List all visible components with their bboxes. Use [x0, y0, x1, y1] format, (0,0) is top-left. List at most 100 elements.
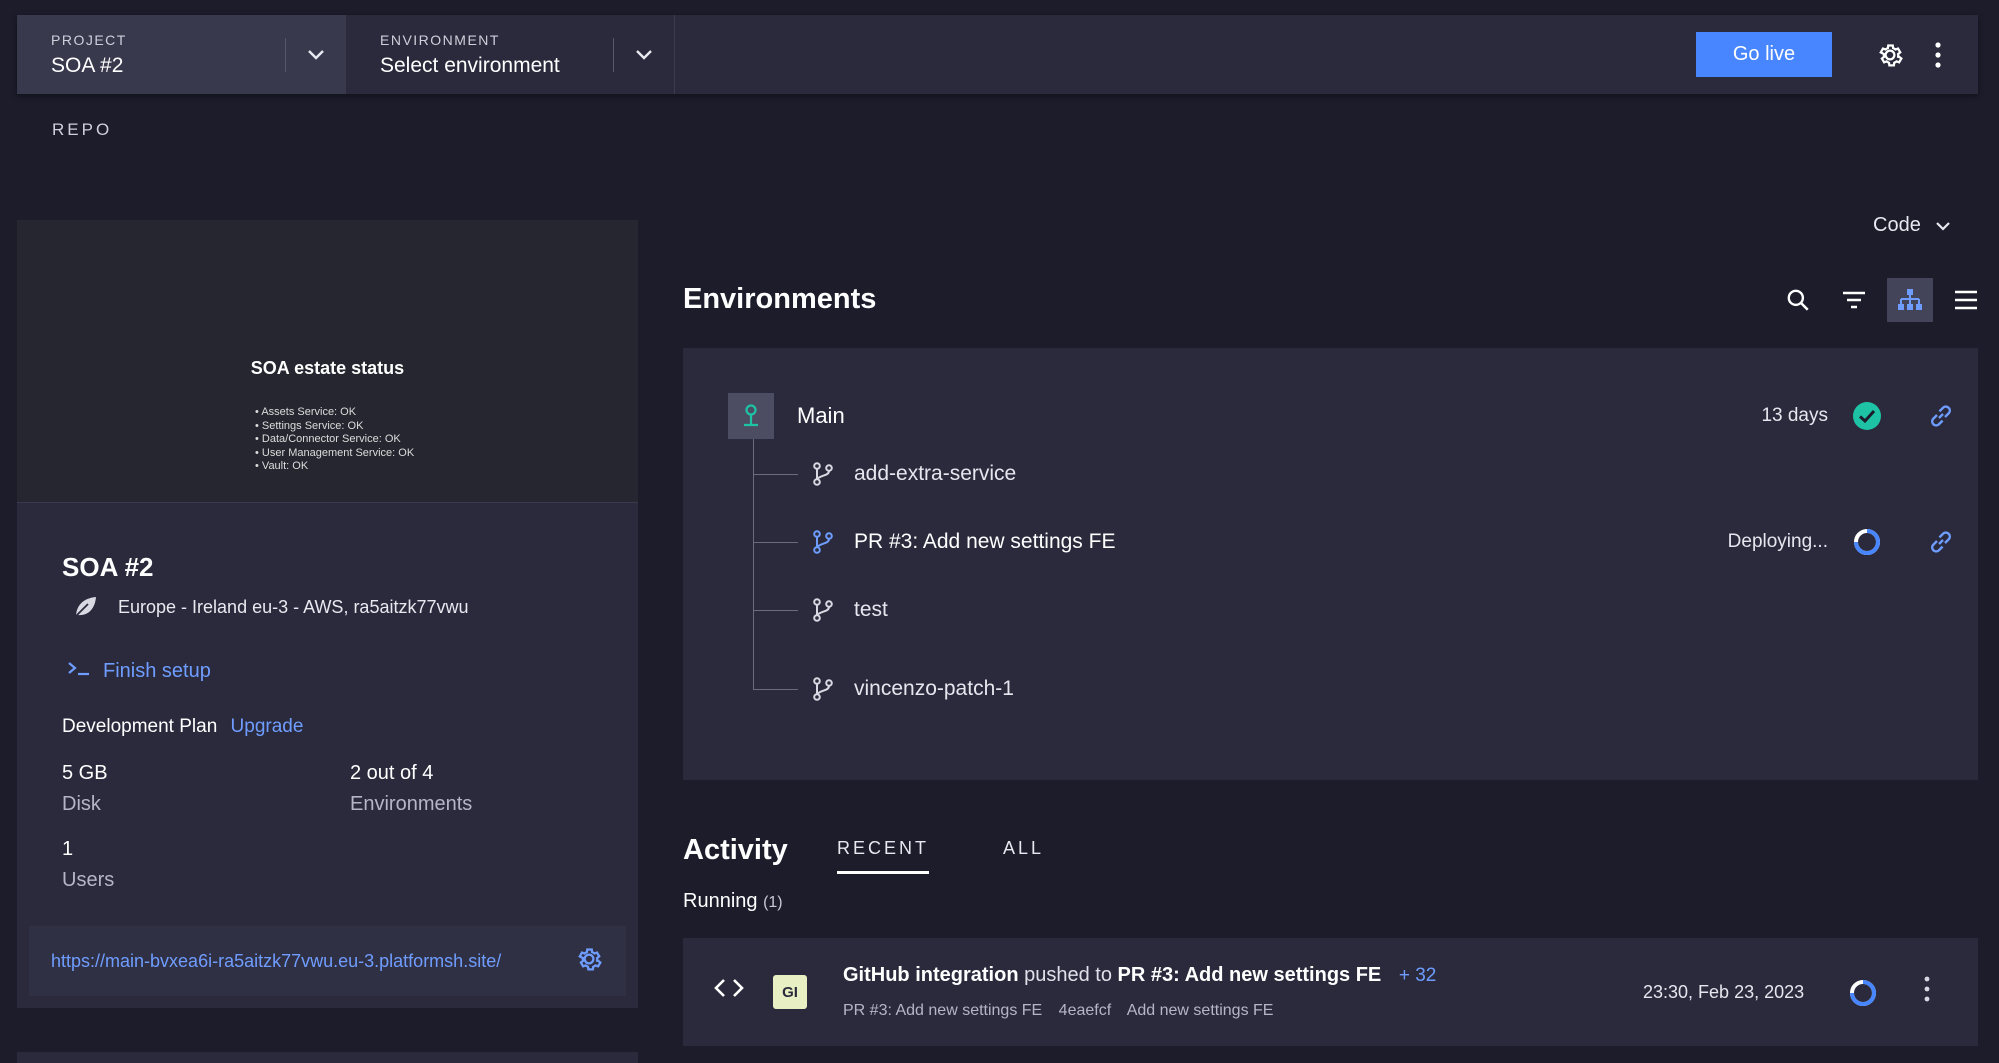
- environment-status-text: Deploying...: [1727, 531, 1828, 552]
- activity-details: PR #3: Add new settings FE 4eaefcf Add n…: [843, 1002, 1285, 1020]
- finish-setup-label: Finish setup: [103, 660, 211, 682]
- project-selector-value: SOA #2: [51, 53, 124, 77]
- preview-title: SOA estate status: [250, 358, 405, 378]
- topbar-actions: Go live: [1696, 15, 1978, 94]
- environment-age: 13 days: [1761, 405, 1828, 426]
- preview-list-item: User Management Service: OK: [255, 447, 414, 461]
- git-branch-icon: [812, 677, 834, 701]
- project-selector-label: PROJECT: [51, 31, 127, 48]
- upgrade-link[interactable]: Upgrade: [231, 716, 304, 737]
- finish-setup-link[interactable]: Finish setup: [67, 660, 211, 683]
- code-dropdown[interactable]: Code: [1873, 214, 1951, 237]
- git-branch-icon: [812, 462, 834, 486]
- environment-selector-text: ENVIRONMENT Select environment: [346, 32, 613, 78]
- preview-list-item: Data/Connector Service: OK: [255, 433, 414, 447]
- environment-selector-value: Select environment: [380, 53, 560, 77]
- environment-label: Main: [797, 403, 845, 428]
- site-preview[interactable]: SOA estate status Assets Service: OK Set…: [17, 220, 638, 503]
- git-branch-icon: [812, 598, 834, 622]
- check-circle-icon: [1850, 399, 1884, 433]
- filter-icon[interactable]: [1831, 278, 1877, 322]
- list-view-icon[interactable]: [1943, 278, 1989, 322]
- activity-commit-message: Add new settings FE: [1126, 1002, 1274, 1019]
- environment-row-branch[interactable]: test: [754, 590, 1958, 630]
- stat-value: 2 out of 4: [350, 762, 434, 784]
- activity-actor: GitHub integration: [843, 964, 1019, 986]
- environment-row-branch[interactable]: PR #3: Add new settings FE Deploying...: [754, 522, 1958, 562]
- environment-label: test: [854, 598, 888, 621]
- environment-row-right: Deploying...: [1728, 525, 1958, 559]
- environment-selector[interactable]: ENVIRONMENT Select environment: [346, 15, 675, 94]
- environments-tree: Main 13 days add-extra-service PR #3: Ad…: [683, 348, 1978, 780]
- leaf-icon: [72, 595, 102, 619]
- stat-users: 1 Users: [62, 838, 114, 892]
- environments-toolbar: [1765, 278, 1989, 322]
- chevron-down-icon[interactable]: [614, 49, 674, 61]
- tree-connector: [754, 688, 798, 690]
- stat-disk: 5 GB Disk: [62, 762, 108, 816]
- code-icon: [713, 976, 745, 1005]
- environments-title: Environments: [683, 283, 877, 315]
- project-selector-text: PROJECT SOA #2: [17, 32, 285, 78]
- tab-recent[interactable]: RECENT: [837, 838, 930, 874]
- project-card-secondary: [17, 1052, 638, 1063]
- tab-all[interactable]: ALL: [1003, 838, 1044, 871]
- project-region: Europe - Ireland eu-3 - AWS, ra5aitzk77v…: [72, 595, 469, 619]
- preview-list-item: Settings Service: OK: [255, 420, 414, 434]
- environment-row-branch[interactable]: add-extra-service: [754, 454, 1958, 494]
- stat-environments: 2 out of 4 Environments: [350, 762, 472, 816]
- activity-target: PR #3: Add new settings FE: [1117, 964, 1382, 986]
- preview-list: Assets Service: OK Settings Service: OK …: [255, 406, 414, 474]
- environment-label: vincenzo-patch-1: [854, 677, 1014, 700]
- search-icon[interactable]: [1775, 278, 1821, 322]
- tree-connector: [754, 541, 798, 543]
- tree-connector: [754, 609, 798, 611]
- activity-more-commits-link[interactable]: + 32: [1399, 965, 1437, 986]
- root-environment-icon: [728, 393, 774, 439]
- stat-label: Users: [62, 869, 115, 891]
- project-url-row: https://main-bvxea6i-ra5aitzk77vwu.eu-3.…: [29, 926, 626, 996]
- environment-label: add-extra-service: [854, 462, 1017, 485]
- plan-label: Development Plan: [62, 716, 218, 737]
- stat-label: Environments: [350, 793, 473, 815]
- environment-row-main[interactable]: Main 13 days: [728, 393, 1958, 439]
- chevron-down-icon[interactable]: [286, 49, 346, 61]
- terminal-icon: [67, 661, 91, 682]
- repo-label: REPO: [52, 120, 113, 139]
- project-title: SOA #2: [62, 552, 154, 582]
- git-branch-icon: [812, 530, 834, 554]
- link-icon[interactable]: [1924, 525, 1958, 559]
- environment-label: PR #3: Add new settings FE: [854, 530, 1116, 553]
- chevron-down-icon: [1936, 221, 1950, 231]
- more-vertical-icon[interactable]: [1918, 35, 1958, 75]
- stat-value: 1: [62, 838, 74, 860]
- preview-list-item: Assets Service: OK: [255, 406, 414, 420]
- avatar: GI: [773, 975, 807, 1009]
- project-card: SOA estate status Assets Service: OK Set…: [17, 220, 638, 1008]
- stat-value: 5 GB: [62, 762, 108, 784]
- running-count: (1): [763, 894, 783, 911]
- activity-item[interactable]: GI GitHub integration pushed to PR #3: A…: [683, 938, 1978, 1046]
- gear-icon[interactable]: [1870, 35, 1910, 75]
- plan-row: Development Plan Upgrade: [62, 716, 303, 738]
- project-selector[interactable]: PROJECT SOA #2: [17, 15, 346, 94]
- preview-list-item: Vault: OK: [255, 460, 414, 474]
- activity-verb: pushed to: [1024, 964, 1112, 986]
- spinner-icon: [1848, 978, 1878, 1013]
- stat-label: Disk: [62, 793, 101, 815]
- more-vertical-icon[interactable]: [1923, 976, 1931, 1007]
- environment-row-right: 13 days: [1761, 399, 1958, 433]
- top-bar: PROJECT SOA #2 ENVIRONMENT Select enviro…: [17, 15, 1978, 94]
- environment-row-branch[interactable]: vincenzo-patch-1: [754, 669, 1958, 709]
- gear-icon[interactable]: [574, 944, 604, 979]
- running-label: Running: [683, 890, 758, 912]
- activity-timestamp: 23:30, Feb 23, 2023: [1643, 982, 1805, 1002]
- region-text: Europe - Ireland eu-3 - AWS, ra5aitzk77v…: [118, 596, 469, 617]
- project-url-link[interactable]: https://main-bvxea6i-ra5aitzk77vwu.eu-3.…: [51, 951, 574, 972]
- go-live-button[interactable]: Go live: [1696, 32, 1832, 77]
- activity-summary: GitHub integration pushed to PR #3: Add …: [843, 964, 1436, 987]
- tree-view-icon[interactable]: [1887, 278, 1933, 322]
- tree-connector: [754, 473, 798, 475]
- activity-title: Activity: [683, 834, 788, 866]
- link-icon[interactable]: [1924, 399, 1958, 433]
